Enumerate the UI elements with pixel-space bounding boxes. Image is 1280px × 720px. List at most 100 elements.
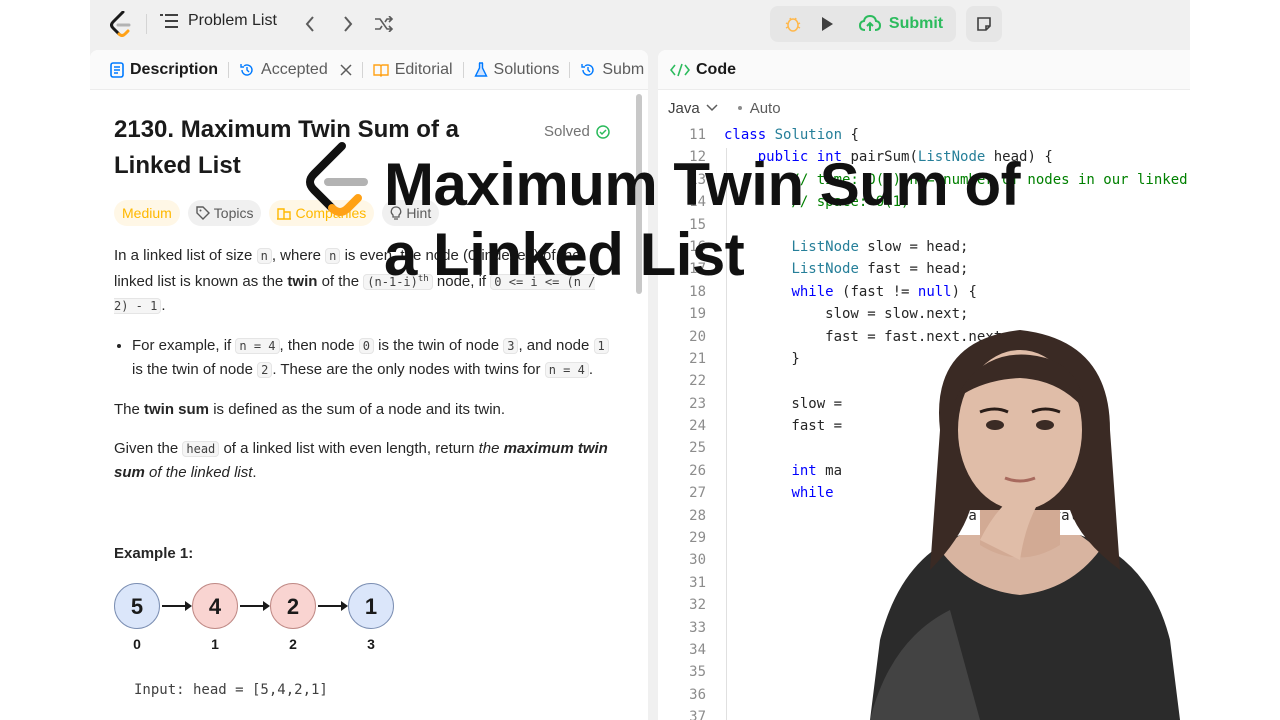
line-number: 31 xyxy=(689,574,706,591)
code-text: ListNode slow = head; xyxy=(791,238,969,255)
submit-button[interactable]: Submit xyxy=(848,6,954,42)
debug-button[interactable] xyxy=(776,6,810,42)
list-icon xyxy=(160,14,178,28)
topics-label: Topics xyxy=(213,204,254,221)
line-number: 30 xyxy=(689,552,706,569)
list-node: 4 xyxy=(192,583,238,629)
prev-problem-button[interactable] xyxy=(298,12,322,36)
code-tab-bar: Code xyxy=(658,50,1190,90)
tab-editorial-label: Editorial xyxy=(394,60,453,78)
bullet-icon xyxy=(737,106,742,110)
line-number: 26 xyxy=(689,462,706,479)
webcam-person-overlay xyxy=(870,330,1180,720)
left-letterbox xyxy=(0,0,90,720)
line-number: 23 xyxy=(689,395,706,412)
code-text: int ma xyxy=(791,462,843,479)
chevron-right-icon xyxy=(344,16,353,32)
submit-label: Submit xyxy=(888,15,944,32)
line-number: 34 xyxy=(689,641,706,658)
run-button[interactable] xyxy=(810,6,844,42)
history-icon xyxy=(240,63,253,76)
bug-icon xyxy=(785,17,801,32)
node-index: 0 xyxy=(133,636,141,652)
overlay-title-line-1: Maximum Twin Sum of xyxy=(384,151,1021,218)
list-item: For example, if n = 4, then node 0 is th… xyxy=(132,334,614,382)
next-arrow xyxy=(318,601,348,611)
cloud-upload-icon xyxy=(858,15,881,31)
code-text: ListNode fast = head; xyxy=(791,261,969,278)
line-number: 29 xyxy=(689,530,706,547)
tab-accepted-label: Accepted xyxy=(261,60,328,78)
line-number: 25 xyxy=(689,440,706,457)
code-line[interactable]: 11 class Solution { xyxy=(658,124,1190,146)
tab-code-label: Code xyxy=(696,60,736,78)
node-index: 3 xyxy=(367,636,375,652)
linked-list-diagram: 5 4 2 1 0 1 2 3 xyxy=(114,583,414,653)
code-text: class Solution { xyxy=(724,127,859,143)
flask-icon xyxy=(473,61,488,77)
code-text: while (fast != null) { xyxy=(791,283,977,300)
line-number: 33 xyxy=(689,619,706,636)
shuffle-icon xyxy=(375,16,394,32)
notes-button[interactable] xyxy=(966,6,1002,42)
building-icon xyxy=(277,208,292,220)
play-icon xyxy=(822,17,833,31)
list-node: 5 xyxy=(114,583,160,629)
line-number: 36 xyxy=(689,686,706,703)
tab-submissions-label: Subm xyxy=(602,60,645,78)
tab-editorial[interactable]: Editorial xyxy=(373,61,453,79)
chevron-down-icon xyxy=(706,104,718,112)
tab-code[interactable]: Code xyxy=(670,61,736,79)
line-number: 22 xyxy=(689,373,706,390)
leetcode-logo-icon xyxy=(306,142,368,216)
check-circle-icon xyxy=(596,124,610,139)
example-title: Example 1: xyxy=(114,545,194,562)
problem-list-button[interactable]: Problem List xyxy=(160,12,277,30)
line-number: 35 xyxy=(689,664,706,681)
book-icon xyxy=(373,63,389,77)
difficulty-badge: Medium xyxy=(114,200,180,226)
topics-chip[interactable]: Topics xyxy=(187,200,262,226)
tag-icon xyxy=(196,206,210,220)
tab-solutions-label: Solutions xyxy=(493,60,560,78)
leetcode-logo-icon[interactable] xyxy=(110,11,132,37)
tab-solutions[interactable]: Solutions xyxy=(473,60,560,79)
language-select[interactable]: Java xyxy=(668,100,718,117)
next-arrow xyxy=(162,601,192,611)
close-icon[interactable] xyxy=(340,63,352,76)
tab-divider xyxy=(569,61,571,78)
tab-submissions[interactable]: Subm xyxy=(580,61,644,79)
tab-divider xyxy=(228,61,230,78)
example-bullet-list: For example, if n = 4, then node 0 is th… xyxy=(114,334,614,382)
language-label: Java xyxy=(668,99,700,117)
line-number: 19 xyxy=(689,306,706,323)
next-problem-button[interactable] xyxy=(336,12,360,36)
tab-description[interactable]: Description xyxy=(110,61,218,79)
solved-label: Solved xyxy=(544,123,590,140)
history-icon xyxy=(581,63,595,76)
mode-label: Auto xyxy=(749,99,781,117)
list-node: 2 xyxy=(270,583,316,629)
random-problem-button[interactable] xyxy=(372,12,396,36)
overlay-title-line-2: a Linked List xyxy=(384,221,745,288)
editor-toolbar: Java Auto xyxy=(658,94,1190,122)
line-number: 32 xyxy=(689,597,706,614)
topbar-divider xyxy=(146,14,147,34)
chevron-left-icon xyxy=(305,16,314,32)
tab-description-label: Description xyxy=(130,60,219,78)
line-number: 11 xyxy=(689,127,706,143)
code-icon xyxy=(670,63,690,76)
line-number: 20 xyxy=(689,328,706,345)
tab-divider xyxy=(361,61,363,78)
description-paragraph-3: Given the head of a linked list with eve… xyxy=(114,440,608,481)
line-number: 28 xyxy=(689,507,706,524)
list-node: 1 xyxy=(348,583,394,629)
node-index: 2 xyxy=(289,636,297,652)
leetcode-app: Problem List Submit Description Accepted… xyxy=(90,0,1190,720)
code-text: } xyxy=(724,350,800,367)
line-number: 21 xyxy=(689,350,706,367)
top-bar: Problem List Submit xyxy=(90,0,1190,48)
autocomplete-mode[interactable]: Auto xyxy=(737,99,781,117)
tab-accepted[interactable]: Accepted xyxy=(239,61,352,79)
note-icon xyxy=(977,17,991,31)
